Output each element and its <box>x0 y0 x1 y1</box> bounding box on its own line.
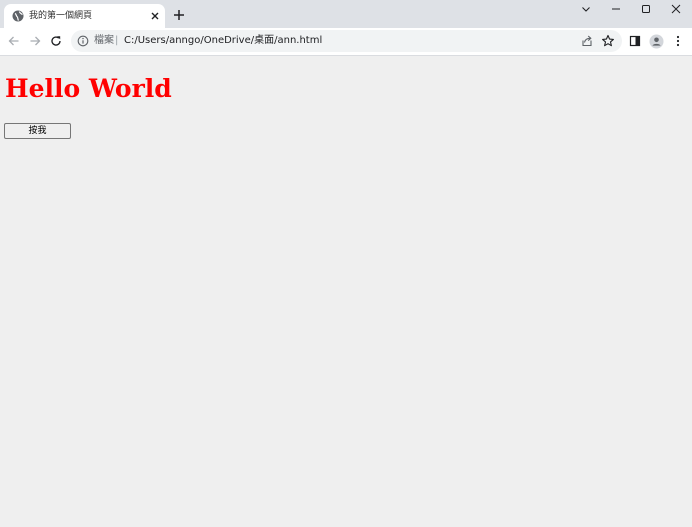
url-text[interactable]: C:/Users/anngo/OneDrive/桌面/ann.html <box>124 34 322 48</box>
maximize-icon <box>642 5 650 13</box>
page-content: Hello World 按我 <box>0 56 692 527</box>
tab-search-button[interactable] <box>571 0 601 18</box>
tab-active[interactable]: 我的第一個網頁 <box>4 4 165 28</box>
minimize-icon <box>612 8 620 10</box>
close-icon[interactable] <box>148 9 162 23</box>
forward-button[interactable] <box>27 33 43 49</box>
address-bar[interactable]: 檔案 | C:/Users/anngo/OneDrive/桌面/ann.html <box>71 30 622 52</box>
profile-icon <box>649 34 663 48</box>
tab-strip: 我的第一個網頁 <box>0 0 692 28</box>
info-icon[interactable] <box>77 35 89 47</box>
kebab-menu-icon <box>676 35 680 47</box>
arrow-right-icon <box>30 36 41 46</box>
url-separator: | <box>115 35 119 46</box>
side-panel-button[interactable] <box>627 33 643 49</box>
page-heading: Hello World <box>5 74 172 103</box>
back-button[interactable] <box>6 33 22 49</box>
side-panel-icon <box>629 35 641 47</box>
tab-title: 我的第一個網頁 <box>29 11 93 21</box>
chevron-down-icon <box>582 7 590 12</box>
site-label: 檔案 <box>94 35 114 46</box>
reload-icon <box>51 36 61 46</box>
arrow-left-icon <box>8 36 19 46</box>
reload-button[interactable] <box>48 33 64 49</box>
share-icon[interactable] <box>580 34 594 48</box>
close-window-button[interactable] <box>661 0 691 18</box>
toolbar: 檔案 | C:/Users/anngo/OneDrive/桌面/ann.html <box>0 28 692 56</box>
star-icon[interactable] <box>601 34 615 48</box>
globe-icon <box>12 10 24 22</box>
plus-icon[interactable] <box>172 8 186 22</box>
browser-window: 我的第一個網頁 檔案 | C:/Users/anngo/OneDrive/桌面/… <box>0 0 692 527</box>
menu-button[interactable] <box>670 33 686 49</box>
maximize-button[interactable] <box>631 0 661 18</box>
press-me-button[interactable]: 按我 <box>4 123 71 139</box>
profile-button[interactable] <box>648 33 664 49</box>
minimize-button[interactable] <box>601 0 631 18</box>
close-icon <box>671 4 681 14</box>
